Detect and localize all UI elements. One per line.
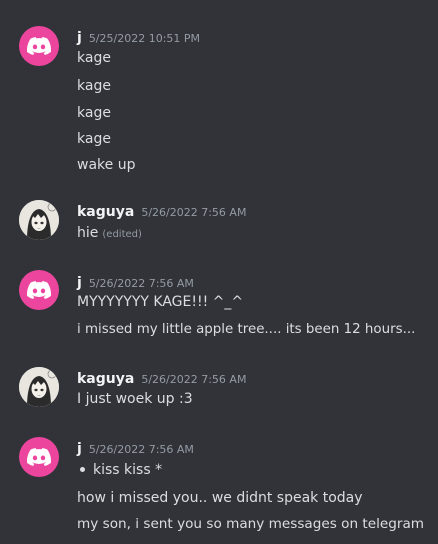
message-text: kage xyxy=(77,50,111,66)
message-header: kaguya 5/26/2022 7:56 AM xyxy=(77,368,246,387)
message-header: kaguya 5/26/2022 7:56 AM xyxy=(77,201,246,220)
anime-avatar[interactable] xyxy=(19,200,59,240)
message-text: how i missed you.. we didnt speak today xyxy=(77,490,363,506)
edited-label: (edited) xyxy=(102,229,142,240)
bullet-icon xyxy=(80,466,85,472)
discord-logo-icon[interactable] xyxy=(19,26,59,66)
message-text: MYYYYYYY KAGE!!! ^_^ xyxy=(77,294,244,310)
username[interactable]: j xyxy=(77,275,82,291)
username[interactable]: kaguya xyxy=(77,204,134,220)
username[interactable]: j xyxy=(77,30,82,46)
anime-avatar[interactable] xyxy=(19,367,59,407)
timestamp[interactable]: 5/26/2022 7:56 AM xyxy=(141,206,246,219)
message-header: j 5/26/2022 7:56 AM xyxy=(77,438,194,457)
timestamp[interactable]: 5/26/2022 7:56 AM xyxy=(89,443,194,456)
discord-logo-icon[interactable] xyxy=(19,270,59,310)
discord-logo-icon[interactable] xyxy=(19,437,59,477)
username[interactable]: j xyxy=(77,441,82,457)
username[interactable]: kaguya xyxy=(77,371,134,387)
message-text: kage xyxy=(77,105,111,121)
message-text-row: hie (edited) xyxy=(77,225,142,241)
message-text: I just woek up :3 xyxy=(77,391,193,407)
message-text: my son, i sent you so many messages on t… xyxy=(77,516,425,532)
timestamp[interactable]: 5/26/2022 7:56 AM xyxy=(141,373,246,386)
message-header: j 5/26/2022 7:56 AM xyxy=(77,272,194,291)
message-header: j 5/25/2022 10:51 PM xyxy=(77,27,200,46)
message-text: wake up xyxy=(77,157,136,173)
message-text: i missed my little apple tree.... its be… xyxy=(77,322,416,337)
timestamp[interactable]: 5/25/2022 10:51 PM xyxy=(89,32,200,45)
message-text: hie xyxy=(77,225,99,241)
message-group: j 5/25/2022 10:51 PM kage kage kage kage … xyxy=(0,0,438,190)
timestamp[interactable]: 5/26/2022 7:56 AM xyxy=(89,277,194,290)
message-text: kiss kiss * xyxy=(93,462,163,478)
message-text: kage xyxy=(77,78,111,94)
bullet-list-item: kiss kiss * xyxy=(77,462,162,478)
message-text: kage xyxy=(77,131,111,147)
